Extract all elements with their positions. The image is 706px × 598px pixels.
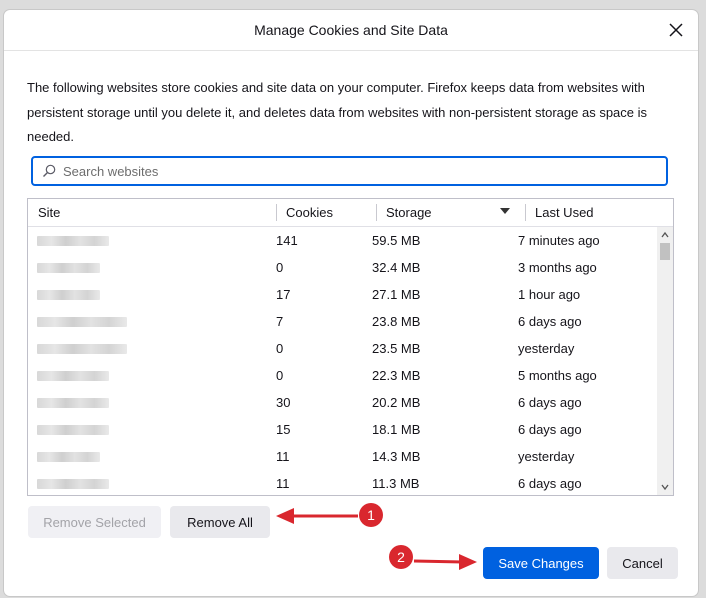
site-name-blurred (37, 452, 100, 462)
remove-all-button[interactable]: Remove All (170, 506, 270, 538)
cookies-cell: 11 (276, 449, 290, 464)
column-divider[interactable] (276, 204, 277, 221)
cookies-cell: 11 (276, 476, 290, 491)
last-used-cell: 6 days ago (518, 314, 582, 329)
storage-cell: 11.3 MB (372, 476, 420, 491)
storage-cell: 23.8 MB (372, 314, 421, 329)
table-scrollbar[interactable] (657, 227, 673, 495)
table-row[interactable]: 0 23.5 MB yesterday (28, 335, 658, 362)
table-header: Site Cookies Storage Last Used (28, 199, 673, 227)
site-name-blurred (37, 425, 109, 435)
column-header-storage[interactable]: Storage (386, 199, 432, 226)
search-box[interactable] (31, 156, 668, 186)
table-row[interactable]: 15 18.1 MB 6 days ago (28, 416, 658, 443)
cookies-cell: 15 (276, 422, 291, 437)
storage-cell: 14.3 MB (372, 449, 421, 464)
cookies-cell: 141 (276, 233, 298, 248)
cookies-cell: 0 (276, 260, 284, 275)
table-row[interactable]: 0 32.4 MB 3 months ago (28, 254, 658, 281)
table-row[interactable]: 7 23.8 MB 6 days ago (28, 308, 658, 335)
last-used-cell: 5 months ago (518, 368, 597, 383)
dialog-title: Manage Cookies and Site Data (254, 22, 448, 38)
cancel-button[interactable]: Cancel (607, 547, 678, 579)
scrollbar-thumb[interactable] (660, 243, 670, 260)
storage-cell: 20.2 MB (372, 395, 421, 410)
close-icon (669, 23, 683, 37)
cookies-cell: 7 (276, 314, 284, 329)
column-divider[interactable] (376, 204, 377, 221)
storage-cell: 27.1 MB (372, 287, 421, 302)
table-row[interactable]: 11 11.3 MB 6 days ago (28, 470, 658, 495)
table-body: 141 59.5 MB 7 minutes ago 0 32.4 MB 3 mo… (28, 227, 658, 495)
table-row[interactable]: 0 22.3 MB 5 months ago (28, 362, 658, 389)
storage-cell: 59.5 MB (372, 233, 421, 248)
last-used-cell: 6 days ago (518, 476, 582, 491)
storage-cell: 18.1 MB (372, 422, 421, 437)
site-name-blurred (37, 236, 109, 246)
cookies-cell: 0 (276, 368, 284, 383)
site-name-blurred (37, 290, 100, 300)
dialog-description: The following websites store cookies and… (27, 80, 648, 144)
column-divider[interactable] (525, 204, 526, 221)
search-input[interactable] (61, 162, 645, 180)
scroll-up-arrow-icon[interactable] (661, 231, 669, 239)
dialog-titlebar: Manage Cookies and Site Data (4, 10, 698, 51)
column-header-last-used[interactable]: Last Used (535, 199, 594, 226)
last-used-cell: 7 minutes ago (518, 233, 600, 248)
save-changes-button[interactable]: Save Changes (483, 547, 599, 579)
sort-descending-icon (500, 208, 510, 214)
storage-cell: 23.5 MB (372, 341, 421, 356)
close-button[interactable] (664, 18, 688, 42)
sites-table: Site Cookies Storage Last Used 141 59.5 … (27, 198, 674, 496)
storage-cell: 32.4 MB (372, 260, 421, 275)
site-name-blurred (37, 344, 127, 354)
last-used-cell: 3 months ago (518, 260, 597, 275)
cookies-cell: 30 (276, 395, 291, 410)
cookies-cell: 0 (276, 341, 284, 356)
column-header-site[interactable]: Site (38, 199, 60, 226)
site-name-blurred (37, 398, 109, 408)
storage-cell: 22.3 MB (372, 368, 421, 383)
table-row[interactable]: 11 14.3 MB yesterday (28, 443, 658, 470)
cookies-cell: 17 (276, 287, 291, 302)
last-used-cell: 6 days ago (518, 395, 582, 410)
table-row[interactable]: 17 27.1 MB 1 hour ago (28, 281, 658, 308)
table-row[interactable]: 141 59.5 MB 7 minutes ago (28, 227, 658, 254)
site-name-blurred (37, 371, 109, 381)
manage-cookies-dialog: Manage Cookies and Site Data The followi… (4, 10, 698, 596)
search-icon (43, 164, 56, 177)
last-used-cell: yesterday (518, 341, 575, 356)
last-used-cell: 1 hour ago (518, 287, 581, 302)
site-name-blurred (37, 479, 109, 489)
table-row[interactable]: 30 20.2 MB 6 days ago (28, 389, 658, 416)
last-used-cell: yesterday (518, 449, 575, 464)
scroll-down-arrow-icon[interactable] (661, 483, 669, 491)
site-name-blurred (37, 317, 127, 327)
column-header-cookies[interactable]: Cookies (286, 199, 333, 226)
site-name-blurred (37, 263, 100, 273)
last-used-cell: 6 days ago (518, 422, 582, 437)
remove-selected-button[interactable]: Remove Selected (28, 506, 161, 538)
